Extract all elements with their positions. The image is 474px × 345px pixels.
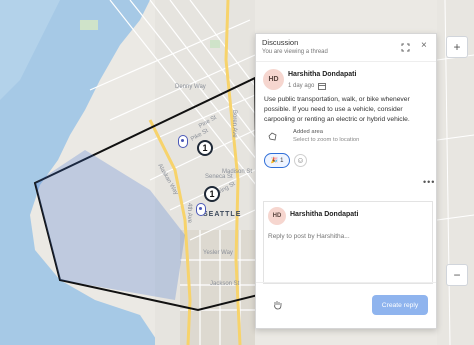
reply-author: Harshitha Dondapati bbox=[290, 211, 359, 218]
post-author: Harshitha Dondapati bbox=[288, 71, 357, 78]
avatar: HD bbox=[268, 207, 286, 225]
svg-text:Denny Way: Denny Way bbox=[175, 84, 206, 90]
reaction-count: 1 bbox=[280, 157, 284, 164]
reply-composer: HD Harshitha Dondapati bbox=[263, 201, 433, 284]
city-label: SEATTLE bbox=[203, 211, 241, 218]
post-body: Use public transportation, walk, or bike… bbox=[264, 96, 410, 123]
svg-text:Boren Ave: Boren Ave bbox=[231, 110, 237, 138]
calendar-icon bbox=[318, 83, 327, 90]
expand-icon[interactable] bbox=[401, 43, 410, 52]
reply-input[interactable] bbox=[268, 230, 428, 242]
svg-text:Madison St: Madison St bbox=[222, 169, 252, 175]
more-options-icon[interactable]: ••• bbox=[423, 177, 435, 187]
map-cluster-marker[interactable]: 1 bbox=[197, 140, 213, 156]
post-meta: 1 day ago bbox=[288, 82, 327, 90]
close-icon[interactable]: × bbox=[421, 40, 427, 52]
svg-text:Yesler Way: Yesler Way bbox=[203, 250, 233, 256]
reaction-button[interactable]: 🎉 1 bbox=[264, 153, 290, 168]
create-reply-button[interactable]: Create reply bbox=[372, 295, 428, 315]
discussion-panel: Discussion You are viewing a thread × HD… bbox=[255, 33, 437, 329]
add-reaction-icon[interactable]: ☺ bbox=[294, 154, 307, 167]
zoom-out-button[interactable]: − bbox=[446, 264, 468, 286]
map-pin-marker[interactable] bbox=[178, 135, 188, 148]
added-area-hint[interactable]: Select to zoom to location bbox=[293, 137, 359, 143]
svg-text:Jackson St: Jackson St bbox=[210, 281, 240, 287]
party-icon: 🎉 bbox=[270, 158, 279, 164]
map-cluster-marker[interactable]: 1 bbox=[204, 186, 220, 202]
post-time: 1 day ago bbox=[288, 83, 315, 89]
panel-subtitle: You are viewing a thread bbox=[262, 49, 328, 55]
area-polygon-icon[interactable] bbox=[268, 132, 277, 141]
panel-title: Discussion bbox=[262, 38, 299, 47]
map-pin-marker[interactable] bbox=[196, 203, 206, 216]
panel-footer: Create reply bbox=[256, 282, 436, 328]
svg-text:4th Ave: 4th Ave bbox=[186, 203, 192, 224]
panel-header: Discussion You are viewing a thread × bbox=[256, 34, 436, 62]
avatar: HD bbox=[263, 69, 284, 90]
hand-icon[interactable] bbox=[273, 300, 282, 310]
added-area-title[interactable]: Added area bbox=[293, 129, 323, 135]
zoom-in-button[interactable]: + bbox=[446, 36, 468, 58]
